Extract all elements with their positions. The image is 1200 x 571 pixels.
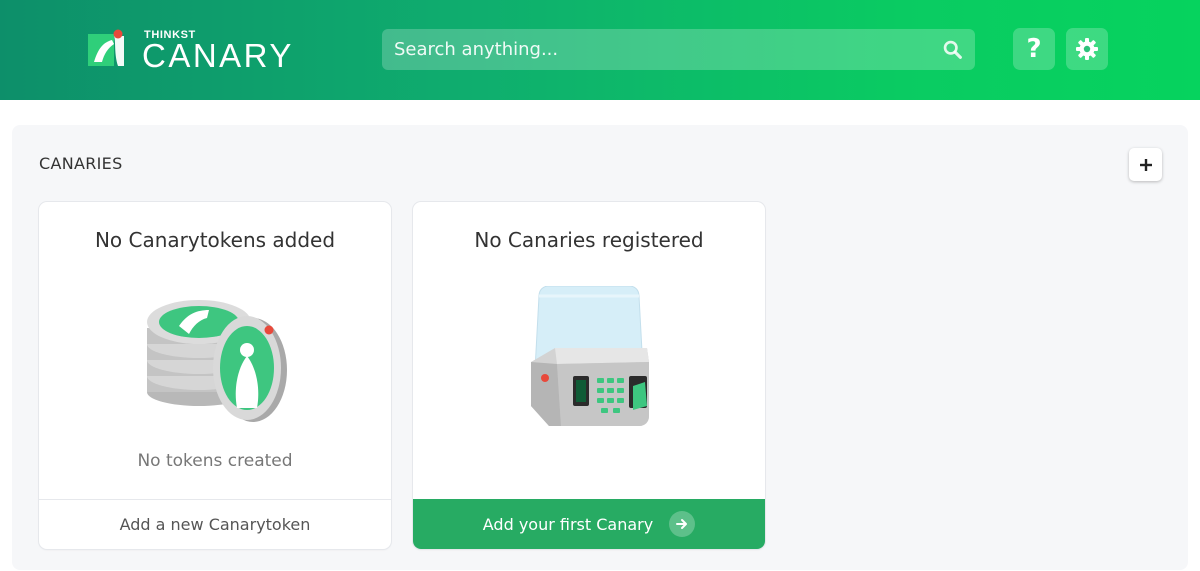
gear-icon [1076, 38, 1098, 60]
card-title: No Canarytokens added [94, 228, 336, 252]
logo-canary-text: CANARY [142, 37, 294, 74]
canaries-panel: CANARIES No Canarytokens added No tokens… [12, 125, 1188, 570]
search-input[interactable] [382, 29, 975, 70]
search-bar [382, 29, 975, 70]
no-tokens-text: No tokens created [137, 451, 293, 471]
add-first-canary-button[interactable]: Add your first Canary [413, 499, 765, 549]
panel-title: CANARIES [39, 154, 123, 173]
search-icon[interactable] [942, 39, 963, 60]
top-header: THINKST CANARY ? [0, 0, 1200, 100]
add-canarytoken-label: Add a new Canarytoken [119, 515, 311, 534]
canary-bird-logo-icon [88, 29, 124, 66]
canarytoken-coins-icon [147, 300, 287, 422]
plus-icon [1139, 158, 1152, 171]
add-canarytoken-button[interactable]: Add a new Canarytoken [39, 499, 391, 549]
settings-button[interactable] [1066, 28, 1108, 70]
canary-logo[interactable]: THINKST CANARY [84, 26, 344, 74]
add-first-canary-label: Add your first Canary [482, 514, 654, 534]
add-button[interactable] [1129, 148, 1162, 181]
canarytokens-card: No Canarytokens added No tokens created … [39, 202, 391, 549]
card-title: No Canaries registered [474, 228, 704, 252]
question-mark-icon: ? [1026, 34, 1042, 64]
arrow-right-icon [669, 511, 696, 537]
canary-device-icon [531, 286, 649, 426]
help-button[interactable]: ? [1013, 28, 1055, 70]
canaries-card: No Canaries registered Add your first Ca… [413, 202, 765, 549]
